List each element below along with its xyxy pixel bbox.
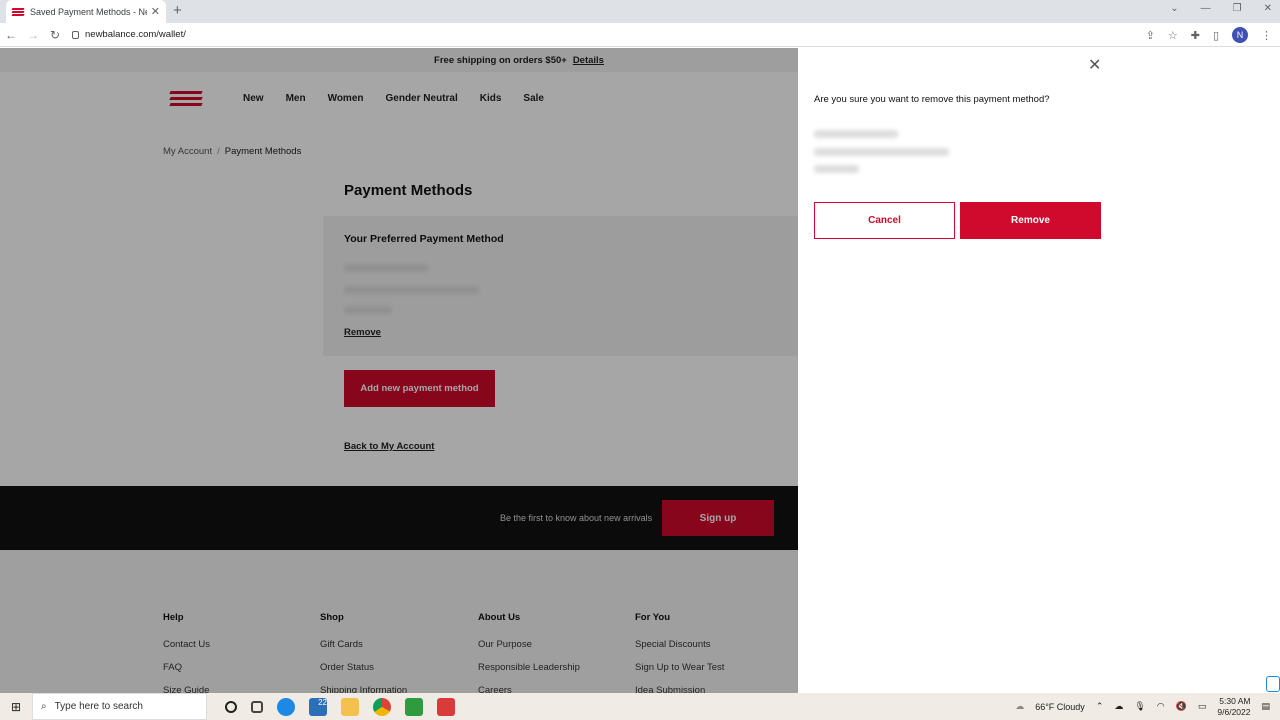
red-app-icon[interactable] (437, 697, 455, 716)
menu-kebab-icon[interactable]: ⋮ (1261, 29, 1272, 42)
share-icon[interactable]: ⇪ (1146, 29, 1155, 42)
redacted-card-line (814, 148, 949, 156)
clock-date: 9/6/2022 (1217, 706, 1251, 717)
redacted-card-line (814, 165, 859, 173)
task-view-icon[interactable] (251, 700, 263, 713)
back-arrow-icon[interactable]: ← (0, 28, 22, 42)
modal-backdrop[interactable] (0, 48, 798, 693)
profile-avatar[interactable]: N (1232, 27, 1248, 43)
browser-toolbar: ⇪ ☆ ✚ ▯ N ⋮ (1146, 27, 1272, 43)
onedrive-icon[interactable]: ☁ (1114, 701, 1123, 712)
close-tab-icon[interactable]: ✕ (151, 5, 160, 18)
url-text: newbalance.com/wallet/ (85, 29, 186, 40)
tab-title: Saved Payment Methods - New Balance (30, 6, 147, 17)
edge-icon[interactable] (277, 697, 295, 716)
tab-search-icon[interactable]: ⌄ (1170, 3, 1178, 14)
dialog-question: Are you sure you want to remove this pay… (814, 94, 1050, 105)
extensions-icon[interactable]: ✚ (1191, 29, 1200, 42)
remove-button[interactable]: Remove (960, 202, 1101, 239)
clock-time: 5:30 AM (1219, 695, 1251, 706)
battery-icon[interactable]: ▭ (1198, 701, 1207, 712)
address-bar: ← → ↻ newbalance.com/wallet/ ⇪ ☆ ✚ ▯ N ⋮ (0, 23, 1280, 47)
window-controls: ⌄ — ❐ ✕ (1170, 3, 1272, 14)
weather-text[interactable]: 66°F Cloudy (1035, 702, 1085, 712)
file-explorer-icon[interactable] (341, 697, 359, 716)
windows-start-icon[interactable]: ⊞ (0, 700, 32, 714)
chat-widget-icon[interactable] (1266, 676, 1280, 692)
microphone-icon[interactable]: 🎙 (1134, 701, 1145, 712)
wifi-icon[interactable]: ◠ (1157, 701, 1165, 712)
new-tab-icon[interactable]: + (173, 2, 182, 19)
forward-arrow-icon[interactable]: → (22, 28, 44, 42)
chrome-icon[interactable] (373, 697, 391, 716)
close-window-icon[interactable]: ✕ (1264, 3, 1272, 14)
minimize-icon[interactable]: — (1201, 3, 1211, 14)
windows-taskbar: ⊞ ⌕ Type here to search 22 ☁ 66°F Cloudy… (0, 693, 1280, 720)
chevron-up-icon[interactable]: ⌃ (1096, 701, 1104, 712)
lock-icon (72, 30, 79, 39)
volume-muted-icon[interactable]: 🔇 (1176, 701, 1187, 712)
close-icon[interactable]: ✕ (1088, 55, 1101, 75)
taskbar-search[interactable]: ⌕ Type here to search (32, 693, 207, 720)
bookmark-star-icon[interactable]: ☆ (1168, 29, 1178, 42)
weather-icon: ☁ (1015, 701, 1025, 711)
browser-tab-bar: Saved Payment Methods - New Balance ✕ + … (0, 0, 1280, 23)
browser-tab[interactable]: Saved Payment Methods - New Balance ✕ (6, 0, 166, 23)
url-field[interactable]: newbalance.com/wallet/ (72, 29, 186, 40)
redacted-card-line (814, 130, 898, 138)
reload-icon[interactable]: ↻ (44, 28, 66, 42)
new-balance-favicon-icon (11, 7, 25, 16)
mail-icon[interactable]: 22 (309, 697, 327, 716)
cortana-icon[interactable] (225, 700, 237, 713)
remove-payment-dialog: ✕ Are you sure you want to remove this p… (798, 48, 1280, 693)
taskbar-search-placeholder: Type here to search (54, 701, 143, 712)
side-panel-icon[interactable]: ▯ (1213, 29, 1219, 42)
notifications-icon[interactable]: ▤ (1261, 701, 1270, 712)
system-tray: ☁ 66°F Cloudy ⌃ ☁ 🎙 ◠ 🔇 ▭ 5:30 AM 9/6/20… (1015, 693, 1270, 720)
search-icon: ⌕ (41, 701, 47, 712)
taskbar-apps: 22 (225, 697, 455, 716)
cancel-button[interactable]: Cancel (814, 202, 955, 239)
green-app-icon[interactable] (405, 697, 423, 716)
restore-icon[interactable]: ❐ (1233, 3, 1242, 14)
clock[interactable]: 5:30 AM 9/6/2022 (1217, 696, 1250, 718)
